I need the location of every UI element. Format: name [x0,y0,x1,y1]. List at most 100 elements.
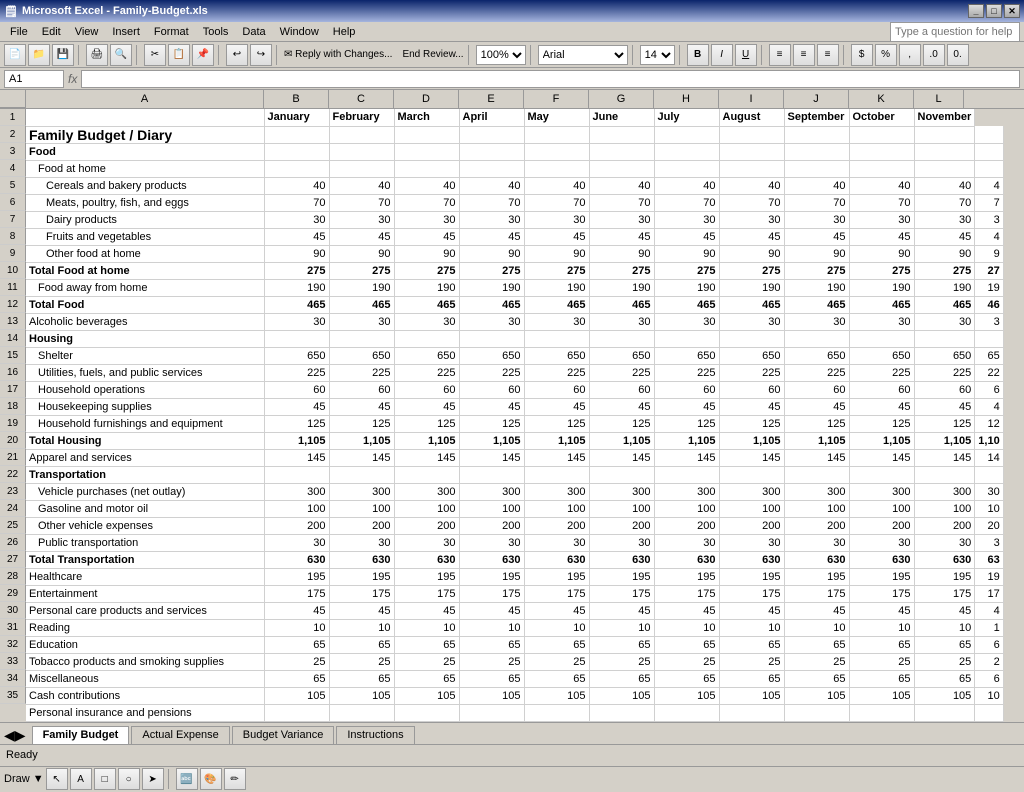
italic-button[interactable]: I [711,44,733,66]
cell-16-11[interactable]: 60 [849,381,914,398]
cell-a7[interactable]: Fruits and vegetables [26,228,264,245]
cell-11-12[interactable]: 465 [914,296,975,313]
cell-18-3[interactable]: 125 [329,415,394,432]
cell-24-7[interactable]: 200 [589,517,654,534]
cell-16-6[interactable]: 60 [524,381,589,398]
cell-29-4[interactable]: 45 [394,602,459,619]
cell-34-12[interactable]: 105 [914,687,975,704]
row-header-11[interactable]: 11 [0,279,26,296]
cell-21-12[interactable] [914,466,975,483]
cell-19-4[interactable]: 1,105 [394,432,459,449]
table-row[interactable]: Fruits and vegetables4545454545454545454… [26,228,1003,245]
cell-31-10[interactable]: 65 [784,636,849,653]
cell-7-5[interactable]: 45 [459,228,524,245]
cell-33-12[interactable]: 65 [914,670,975,687]
table-row[interactable]: Reading10101010101010101010101 [26,619,1003,636]
row-header-12[interactable]: 12 [0,296,26,313]
cell-30-3[interactable]: 10 [329,619,394,636]
cell-25-13[interactable]: 3 [975,534,1003,551]
cell-17-4[interactable]: 45 [394,398,459,415]
row-header-28[interactable]: 28 [0,568,26,585]
table-row[interactable]: Total Housing1,1051,1051,1051,1051,1051,… [26,432,1003,449]
cell-15-5[interactable]: 225 [459,364,524,381]
cell-19-7[interactable]: 1,105 [589,432,654,449]
cell-29-13[interactable]: 4 [975,602,1003,619]
table-row[interactable]: Alcoholic beverages303030303030303030303… [26,313,1003,330]
cell-10-13[interactable]: 19 [975,279,1003,296]
cell-5-12[interactable]: 70 [914,194,975,211]
cell-8-4[interactable]: 90 [394,245,459,262]
cell-8-2[interactable]: 90 [264,245,329,262]
cell-2-10[interactable] [784,143,849,160]
row-header-31[interactable]: 31 [0,619,26,636]
cell-35-4[interactable] [394,704,459,721]
cell-22-12[interactable]: 300 [914,483,975,500]
table-row[interactable]: Other vehicle expenses200200200200200200… [26,517,1003,534]
font-select[interactable]: Arial [538,45,628,65]
table-row[interactable]: Housekeeping supplies4545454545454545454… [26,398,1003,415]
cell-6-6[interactable]: 30 [524,211,589,228]
cell-8-5[interactable]: 90 [459,245,524,262]
draw-btn-6[interactable]: 🔤 [176,768,198,790]
cell-22-6[interactable]: 300 [524,483,589,500]
cell-34-6[interactable]: 105 [524,687,589,704]
cell-4-11[interactable]: 40 [849,177,914,194]
cell-20-11[interactable]: 145 [849,449,914,466]
cell-30-10[interactable]: 10 [784,619,849,636]
cell-9-7[interactable]: 275 [589,262,654,279]
cell-35-11[interactable] [849,704,914,721]
cell-21-8[interactable] [654,466,719,483]
cell-32-5[interactable]: 25 [459,653,524,670]
cell-9-3[interactable]: 275 [329,262,394,279]
cell-27-3[interactable]: 195 [329,568,394,585]
cell-11-13[interactable]: 46 [975,296,1003,313]
col-header-h[interactable]: H [654,90,719,108]
cell-8-12[interactable]: 90 [914,245,975,262]
table-row[interactable]: Dairy products30303030303030303030303 [26,211,1003,228]
col-header-i[interactable]: I [719,90,784,108]
cell-10-10[interactable]: 190 [784,279,849,296]
cell-4-10[interactable]: 40 [784,177,849,194]
row-header-22[interactable]: 22 [0,466,26,483]
cell-8-10[interactable]: 90 [784,245,849,262]
cell-7-13[interactable]: 4 [975,228,1003,245]
cell-16-13[interactable]: 6 [975,381,1003,398]
cell-a17[interactable]: Housekeeping supplies [26,398,264,415]
cell-33-3[interactable]: 65 [329,670,394,687]
cell-35-3[interactable] [329,704,394,721]
cell-15-12[interactable]: 225 [914,364,975,381]
preview-button[interactable]: 🔍 [110,44,132,66]
row-header-19[interactable]: 19 [0,415,26,432]
cell-33-7[interactable]: 65 [589,670,654,687]
cell-17-13[interactable]: 4 [975,398,1003,415]
cell-a24[interactable]: Other vehicle expenses [26,517,264,534]
cell-18-2[interactable]: 125 [264,415,329,432]
col-header-k[interactable]: K [849,90,914,108]
cell-10-11[interactable]: 190 [849,279,914,296]
cell-a18[interactable]: Household furnishings and equipment [26,415,264,432]
table-row[interactable]: Personal insurance and pensions [26,704,1003,721]
cell-28-9[interactable]: 175 [719,585,784,602]
cell-12-12[interactable]: 30 [914,313,975,330]
new-button[interactable]: 📄 [4,44,26,66]
cell-21-9[interactable] [719,466,784,483]
cell-14-13[interactable]: 65 [975,347,1003,364]
cell-2-7[interactable] [589,143,654,160]
draw-btn-8[interactable]: ✏ [224,768,246,790]
cell-14-3[interactable]: 650 [329,347,394,364]
cell-17-10[interactable]: 45 [784,398,849,415]
tab-scroll-right[interactable]: ▶ [15,727,26,744]
table-row[interactable]: Shelter650650650650650650650650650650650… [26,347,1003,364]
cell-10-4[interactable]: 190 [394,279,459,296]
cell-10-6[interactable]: 190 [524,279,589,296]
cell-24-4[interactable]: 200 [394,517,459,534]
cell-34-11[interactable]: 105 [849,687,914,704]
cell-22-5[interactable]: 300 [459,483,524,500]
cell-a10[interactable]: Food away from home [26,279,264,296]
cell-12-5[interactable]: 30 [459,313,524,330]
cell-7-10[interactable]: 45 [784,228,849,245]
table-row[interactable]: Cereals and bakery products4040404040404… [26,177,1003,194]
cell-30-11[interactable]: 10 [849,619,914,636]
cell-27-7[interactable]: 195 [589,568,654,585]
cell-26-12[interactable]: 630 [914,551,975,568]
